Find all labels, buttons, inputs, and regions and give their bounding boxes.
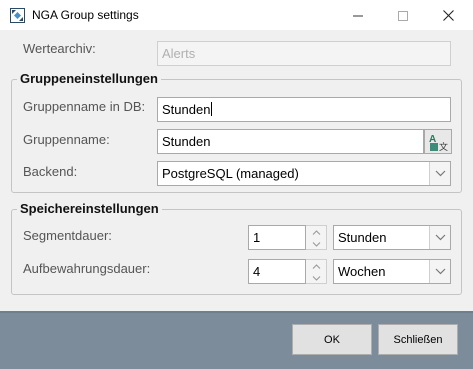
- group-name-label: Gruppenname:: [23, 132, 110, 147]
- close-button[interactable]: [425, 0, 471, 31]
- db-name-value: Stunden: [162, 102, 211, 117]
- backend-select[interactable]: PostgreSQL (managed): [157, 161, 451, 186]
- retention-unit-value: Wochen: [338, 264, 386, 279]
- segment-unit-value: Stunden: [338, 230, 387, 245]
- db-name-label: Gruppenname in DB:: [23, 99, 146, 114]
- db-name-input[interactable]: Stunden: [157, 97, 451, 122]
- group-settings-title: Gruppeneinstellungen: [17, 71, 161, 86]
- archive-label: Wertearchiv:: [23, 41, 96, 56]
- minimize-button[interactable]: [335, 0, 381, 31]
- close-icon: [442, 10, 454, 21]
- retention-unit-select[interactable]: Wochen: [333, 259, 451, 284]
- dialog-footer: OK Schließen: [0, 313, 473, 369]
- close-dialog-button[interactable]: Schließen: [378, 324, 458, 355]
- segment-label: Segmentdauer:: [23, 228, 112, 243]
- maximize-button[interactable]: [380, 0, 426, 31]
- svg-text:文: 文: [439, 141, 448, 152]
- chevron-down-icon: [429, 260, 450, 283]
- dialog-content: Wertearchiv: Alerts Gruppeneinstellungen…: [0, 31, 473, 311]
- chevron-up-icon[interactable]: [306, 260, 326, 272]
- maximize-icon: [398, 10, 408, 21]
- minimize-icon: [353, 15, 363, 16]
- backend-value: PostgreSQL (managed): [162, 166, 299, 181]
- title-bar: NGA Group settings: [0, 0, 473, 31]
- window-title: NGA Group settings: [32, 8, 139, 22]
- ok-button[interactable]: OK: [292, 324, 372, 355]
- translate-button[interactable]: A 文: [424, 129, 452, 154]
- backend-label: Backend:: [23, 164, 78, 179]
- archive-field: Alerts: [157, 41, 451, 66]
- retention-label: Aufbewahrungsdauer:: [23, 261, 151, 276]
- translate-icon: A 文: [429, 134, 448, 152]
- chevron-down-icon[interactable]: [306, 272, 326, 284]
- retention-input[interactable]: 4: [248, 259, 306, 284]
- chevron-down-icon[interactable]: [306, 238, 326, 250]
- segment-stepper[interactable]: [306, 225, 327, 250]
- text-cursor: [211, 102, 213, 116]
- chevron-down-icon: [429, 226, 450, 249]
- segment-input[interactable]: 1: [248, 225, 306, 250]
- group-name-input[interactable]: Stunden: [157, 129, 424, 154]
- app-icon: [10, 8, 25, 23]
- storage-settings-title: Speichereinstellungen: [17, 201, 162, 216]
- chevron-down-icon: [429, 162, 450, 185]
- chevron-up-icon[interactable]: [306, 226, 326, 238]
- retention-stepper[interactable]: [306, 259, 327, 284]
- segment-unit-select[interactable]: Stunden: [333, 225, 451, 250]
